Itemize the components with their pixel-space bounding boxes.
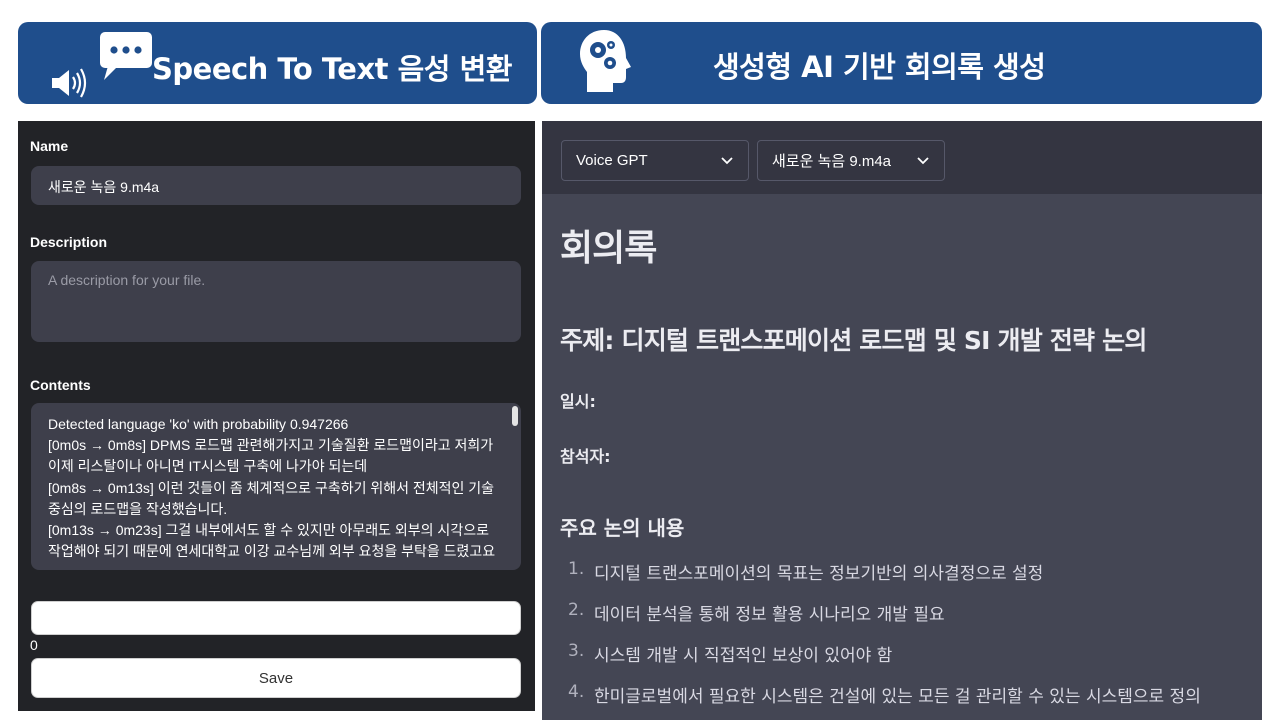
chevron-down-icon [721,157,733,165]
name-label: Name [30,138,69,154]
progress-value: 0 [30,637,38,653]
list-item-number: 1. [568,559,585,579]
chevron-down-icon [917,157,929,165]
list-item-text: 디지털 트랜스포메이션의 목표는 정보기반의 의사결정으로 설정 [594,564,1044,584]
discussion-list: 1. 디지털 트랜스포메이션의 목표는 정보기반의 의사결정으로 설정 2. 데이터… [560,559,1260,720]
contents-scrollbar[interactable] [512,406,518,426]
contents-label: Contents [30,377,91,393]
ai-minutes-banner-title: 생성형 AI 기반 회의록 생성 [713,50,1046,84]
stt-banner: Speech To Text 음성 변환 [18,22,537,104]
notes-section-title: 주요 논의 내용 [560,516,685,540]
list-item: 1. 디지털 트랜스포메이션의 목표는 정보기반의 의사결정으로 설정 [560,559,1260,600]
list-item-number: 3. [568,641,585,661]
list-item-number: 4. [568,682,585,702]
contents-textarea[interactable]: Detected language 'ko' with probability … [31,403,521,570]
stt-banner-title: Speech To Text 음성 변환 [152,52,512,86]
list-item-text: 데이터 분석을 통해 정보 활용 시나리오 개발 필요 [594,605,945,625]
progress-input[interactable] [31,601,521,635]
list-item-text: 한미글로벌에서 필요한 시스템은 건설에 있는 모든 걸 관리할 수 있는 시스… [594,687,1201,707]
head-gears-icon [580,30,631,92]
name-input[interactable]: 새로운 녹음 9.m4a [31,166,521,205]
file-select-value: 새로운 녹음 9.m4a [772,153,892,170]
model-select-value: Voice GPT [576,152,648,169]
notes-attendees-label: 참석자: [560,447,611,466]
list-item: 3. 시스템 개발 시 직접적인 보상이 있어야 함 [560,641,1260,682]
list-item-number: 2. [568,600,585,620]
notes-title: 회의록 [560,228,657,269]
save-button[interactable]: Save [31,658,521,698]
list-item-text: 시스템 개발 시 직접적인 보상이 있어야 함 [594,646,893,666]
notes-date-label: 일시: [560,392,596,411]
speech-bubble-speaker-icon [52,32,152,98]
ai-minutes-banner: 생성형 AI 기반 회의록 생성 [541,22,1262,104]
meeting-notes-panel: Voice GPT 새로운 녹음 9.m4a 회의록 주제: 디지털 트랜스포메… [542,121,1262,720]
description-label: Description [30,234,108,250]
upload-form-panel: Name 새로운 녹음 9.m4a Description A descript… [18,121,535,711]
contents-text: Detected language 'ko' with probability … [48,416,496,560]
list-item: 2. 데이터 분석을 통해 정보 활용 시나리오 개발 필요 [560,600,1260,641]
file-select[interactable]: 새로운 녹음 9.m4a [757,140,945,181]
model-select[interactable]: Voice GPT [561,140,749,181]
notes-toolbar: Voice GPT 새로운 녹음 9.m4a [542,121,1262,194]
description-textarea[interactable]: A description for your file. [31,261,521,342]
notes-topic: 주제: 디지털 트랜스포메이션 로드맵 및 SI 개발 전략 논의 [560,326,1147,355]
list-item: 4. 한미글로벌에서 필요한 시스템은 건설에 있는 모든 걸 관리할 수 있는 … [560,682,1260,720]
